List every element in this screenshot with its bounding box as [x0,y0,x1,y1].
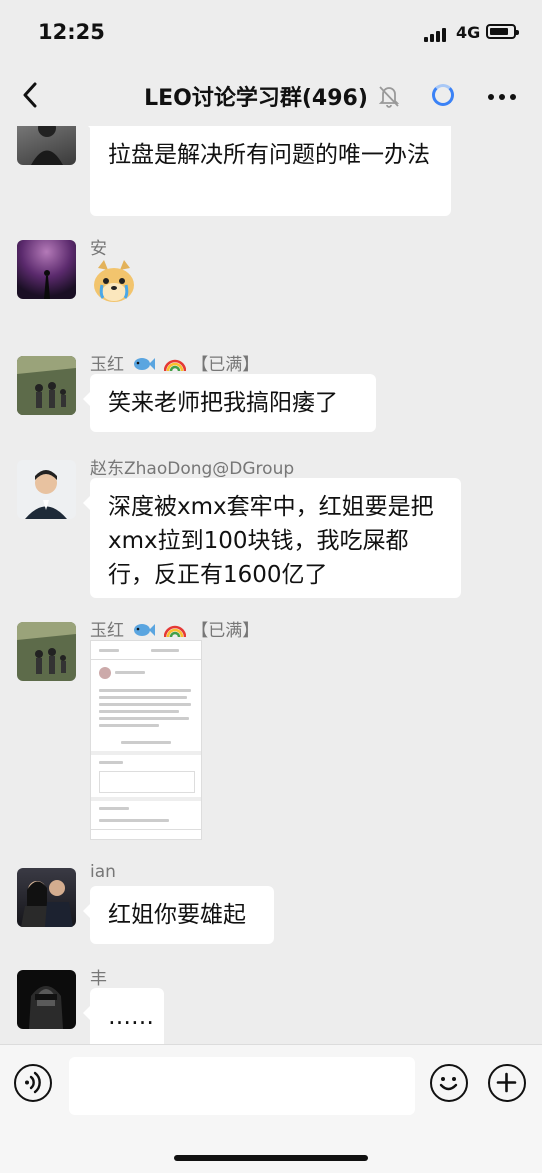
message-bubble[interactable]: 红姐你要雄起 [83,886,274,944]
avatar[interactable] [17,126,76,165]
input-bar [0,1044,542,1173]
avatar[interactable] [17,970,76,1029]
image-message[interactable] [90,640,202,840]
nav-bar: LEO讨论学习群(496) [0,62,542,126]
smiley-icon [439,1077,458,1091]
sender-badge: 【已满】 [191,621,260,641]
message-input[interactable] [69,1057,415,1115]
chat-area[interactable]: 拉盘是解决所有问题的唯一办法 安 玉红 【已满】 笑来老师把我搞阳痿了 赵东Zh… [0,126,542,1044]
sender-badge: 【已满】 [191,355,260,375]
avatar[interactable] [17,460,76,519]
chat-title: LEO讨论学习群(496) [144,86,368,111]
message-text: …… [108,1004,154,1030]
sender-name-text: 玉红 [90,621,124,641]
message-text: 深度被xmx套牢中，红姐要是把xmx拉到100块钱，我吃屎都行，反正有1600亿… [108,494,434,588]
voice-input-button[interactable] [14,1064,52,1102]
sender-name: 丰 [90,969,107,989]
emoji-button[interactable] [430,1064,468,1102]
message-bubble[interactable]: 笑来老师把我搞阳痿了 [83,374,376,432]
status-time: 12:25 [38,20,105,44]
loading-spinner-icon [432,84,454,106]
mute-bell-icon [378,86,400,108]
sender-name: 安 [90,239,107,259]
rainbow-emoji-icon [163,359,186,371]
battery-icon [486,24,519,39]
message-bubble[interactable]: 深度被xmx套牢中，红姐要是把xmx拉到100块钱，我吃屎都行，反正有1600亿… [83,478,461,598]
sender-name: 赵东ZhaoDong@DGroup [90,459,295,479]
rainbow-emoji-icon [163,625,186,637]
sender-name: ian [90,862,116,882]
avatar[interactable] [17,622,76,681]
plus-icon [496,1072,517,1093]
voice-icon [25,1071,41,1094]
sender-name: 玉红 【已满】 [90,616,259,641]
avatar[interactable] [17,868,76,927]
message-text: 红姐你要雄起 [108,902,246,928]
message-text: 拉盘是解决所有问题的唯一办法 [108,142,430,168]
fish-emoji-icon [134,358,156,370]
home-indicator[interactable] [174,1155,368,1161]
sender-name-text: 玉红 [90,355,124,375]
avatar[interactable] [17,356,76,415]
doge-sticker[interactable] [90,258,138,306]
status-bar: 12:25 4G [0,0,542,62]
avatar[interactable] [17,240,76,299]
message-bubble[interactable]: 拉盘是解决所有问题的唯一办法 [83,126,451,216]
message-bubble[interactable]: …… [83,988,164,1044]
signal-icon [424,26,452,42]
more-options-button[interactable] [488,94,516,100]
network-type: 4G [456,23,481,42]
sender-name: 玉红 【已满】 [90,350,259,375]
more-functions-button[interactable] [488,1064,526,1102]
message-text: 笑来老师把我搞阳痿了 [108,390,338,416]
fish-emoji-icon [134,624,156,636]
